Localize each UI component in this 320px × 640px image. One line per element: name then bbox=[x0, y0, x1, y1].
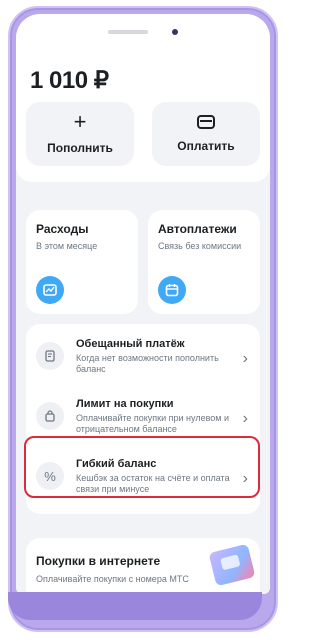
topup-label: Пополнить bbox=[47, 141, 113, 155]
list-item-subtitle: Оплачивайте покупки при нулевом и отрица… bbox=[76, 413, 229, 434]
tile-title: Расходы bbox=[36, 222, 89, 236]
list-item-title: Обещанный платёж bbox=[76, 338, 185, 350]
tile-subtitle: Связь без комиссии bbox=[158, 241, 242, 251]
chart-icon bbox=[36, 276, 64, 304]
document-icon bbox=[36, 342, 64, 370]
calendar-icon bbox=[158, 276, 186, 304]
highlight-frame bbox=[24, 436, 260, 498]
list-item-subtitle: Когда нет возможности пополнить баланс bbox=[76, 353, 219, 374]
phone-notch bbox=[108, 24, 178, 40]
tile-subtitle: В этом месяце bbox=[36, 241, 98, 251]
speaker-grille bbox=[108, 30, 148, 34]
online-purchases-card[interactable]: Покупки в интернете Оплачивайте покупки … bbox=[26, 538, 260, 594]
wallet-icon bbox=[197, 115, 215, 129]
pay-button[interactable]: Оплатить bbox=[152, 102, 260, 166]
list-item-title: Лимит на покупки bbox=[76, 398, 174, 410]
phone-bottom-bar bbox=[8, 592, 262, 620]
camera-icon bbox=[172, 29, 178, 35]
phone-frame: 1 010 ₽ + Пополнить Оплатить Расходы В э… bbox=[8, 6, 278, 632]
app-screen: 1 010 ₽ + Пополнить Оплатить Расходы В э… bbox=[16, 14, 270, 594]
autopay-tile[interactable]: Автоплатежи Связь без комиссии bbox=[148, 210, 260, 314]
shopping-bag-icon bbox=[36, 402, 64, 430]
plus-icon: + bbox=[73, 109, 87, 134]
tile-title: Автоплатежи bbox=[158, 222, 237, 236]
list-item-promised-payment[interactable]: Обещанный платёж Когда нет возможности п… bbox=[26, 330, 260, 388]
pay-label: Оплатить bbox=[177, 139, 235, 153]
balance-amount: 1 010 ₽ bbox=[30, 67, 109, 94]
expenses-tile[interactable]: Расходы В этом месяце bbox=[26, 210, 138, 314]
topup-button[interactable]: + Пополнить bbox=[26, 102, 134, 166]
chevron-right-icon: › bbox=[242, 350, 248, 367]
balance-card: 1 010 ₽ + Пополнить Оплатить bbox=[16, 14, 270, 182]
chevron-right-icon: › bbox=[242, 410, 248, 427]
